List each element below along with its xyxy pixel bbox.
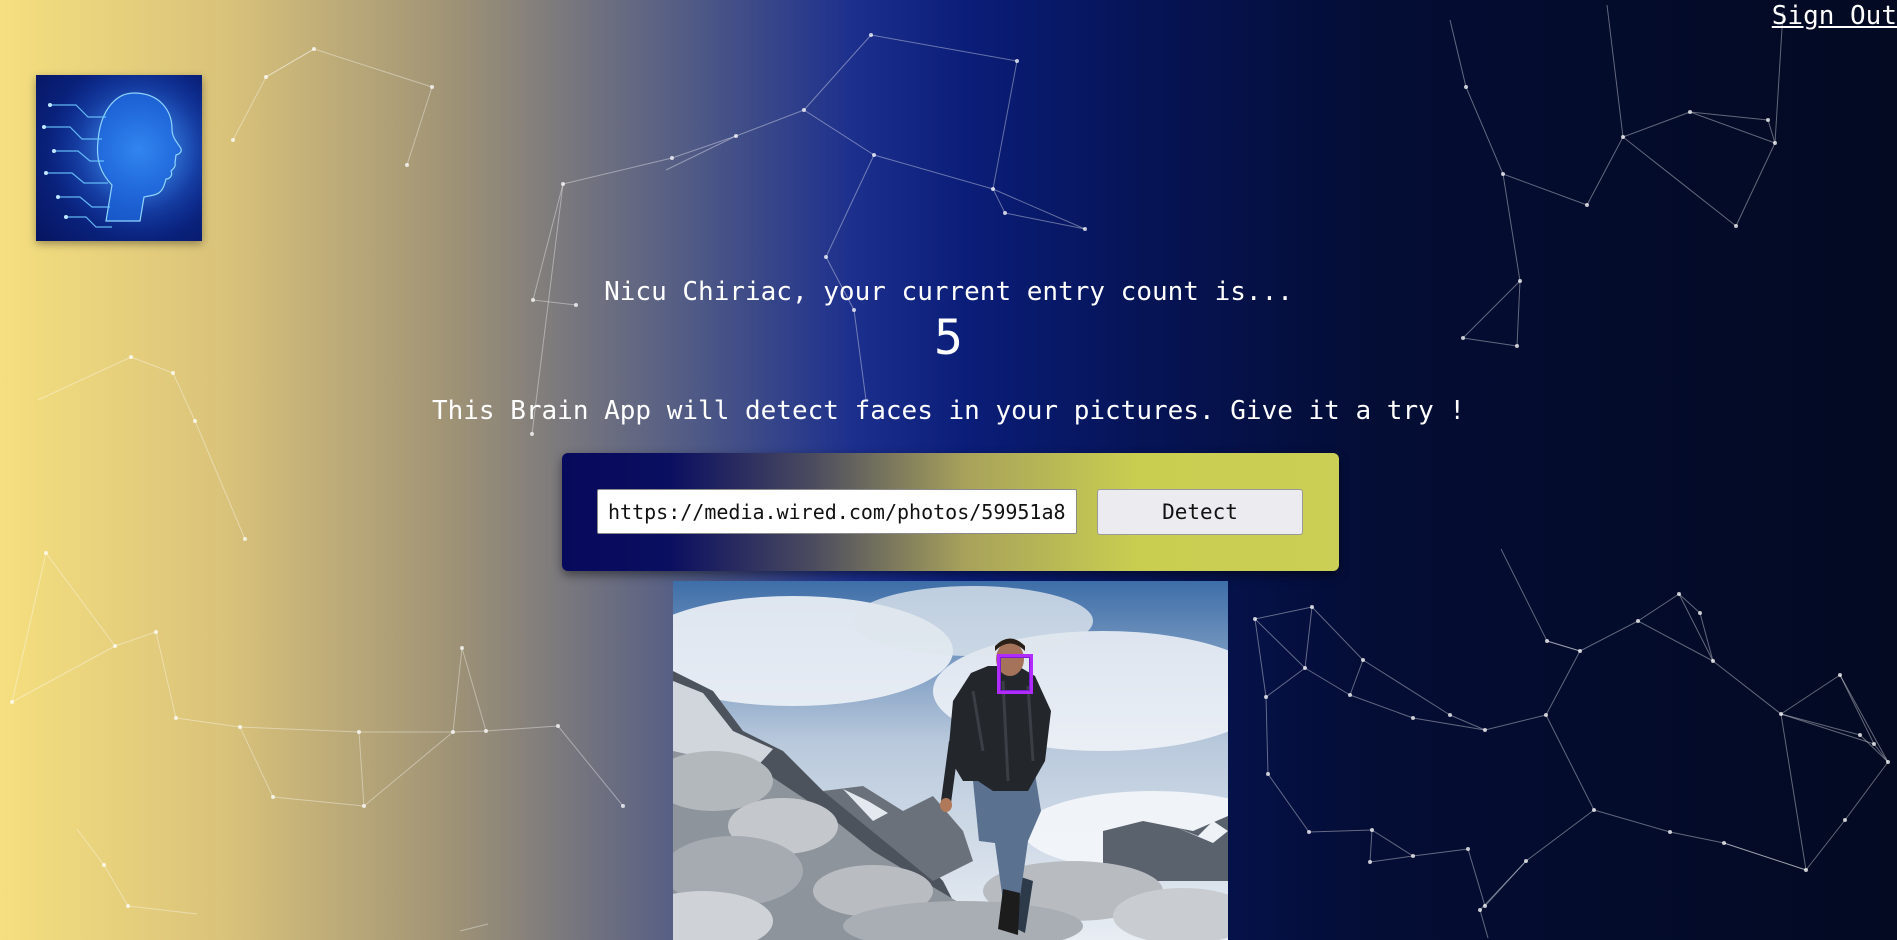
result-image xyxy=(673,581,1228,940)
image-url-form: Detect xyxy=(562,453,1339,571)
ai-brain-face-icon xyxy=(36,75,202,241)
sign-out-link[interactable]: Sign Out xyxy=(1772,0,1897,32)
entry-count-value: 5 xyxy=(934,310,963,366)
app-description: This Brain App will detect faces in your… xyxy=(431,396,1466,426)
detect-button[interactable]: Detect xyxy=(1097,489,1303,535)
image-url-input[interactable] xyxy=(597,489,1077,534)
logo[interactable] xyxy=(36,75,202,241)
face-bounding-box xyxy=(997,654,1033,694)
entry-count-message: Nicu Chiriac, your current entry count i… xyxy=(604,277,1293,307)
